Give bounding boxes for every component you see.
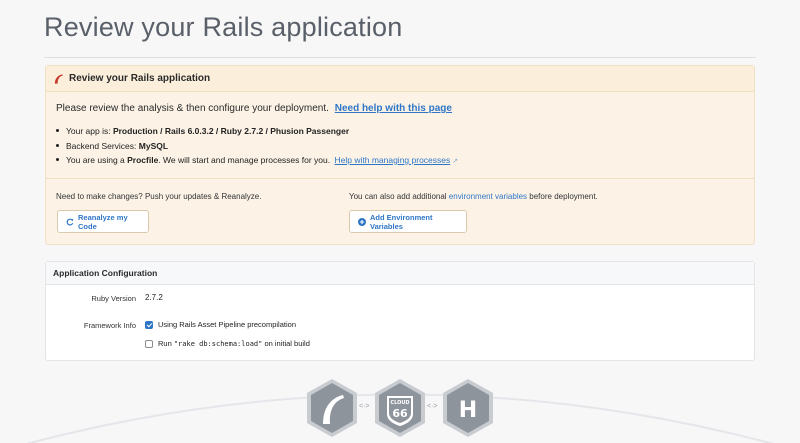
config-panel-header: Application Configuration	[46, 262, 754, 285]
refresh-icon	[66, 218, 74, 225]
server-hexagon-icon: H	[443, 379, 493, 437]
config-panel: Application Configuration Ruby Version 2…	[45, 261, 755, 361]
procfile-label: Procfile	[127, 155, 159, 165]
asset-pipeline-label: Using Rails Asset Pipeline precompilatio…	[158, 320, 296, 329]
procfile-suffix: . We will start and manage processes for…	[158, 155, 331, 165]
rails-icon	[54, 73, 64, 84]
asset-pipeline-option[interactable]: Using Rails Asset Pipeline precompilatio…	[145, 320, 296, 329]
server-letter: H	[459, 398, 477, 423]
schema-load-prefix: Run	[158, 339, 174, 348]
rails-hexagon-icon	[307, 379, 357, 437]
ruby-version-label: Ruby Version	[91, 294, 136, 303]
services-value: MySQL	[138, 140, 169, 151]
procfile-prefix: You are using a	[66, 155, 128, 165]
intro-label: Please review the analysis & then config…	[56, 103, 329, 114]
push-text: Need to make changes? Push your updates …	[56, 192, 262, 201]
add-env-vars-label: Add Environment Variables	[370, 212, 433, 231]
link-arrow-icon: <·>	[359, 403, 370, 410]
env-suffix: before deployment.	[527, 192, 598, 201]
framework-info-label: Framework Info	[83, 321, 136, 330]
analysis-list: Your app is: Production / Rails 6.0.3.2 …	[56, 124, 458, 168]
app-label: Your app is:	[66, 126, 113, 136]
help-link[interactable]: Need help with this page	[335, 103, 452, 114]
checkbox-icon[interactable]	[145, 339, 153, 348]
reanalyze-button[interactable]: Reanalyze my Code	[57, 210, 149, 233]
external-link-icon: ↗	[452, 158, 459, 165]
checkbox-icon[interactable]	[145, 320, 153, 329]
list-item: You are using a Procfile. We will start …	[56, 153, 458, 168]
title-divider	[44, 57, 756, 58]
add-env-vars-button[interactable]: Add Environment Variables	[349, 210, 467, 233]
review-panel-title: Review your Rails application	[69, 73, 211, 84]
page-title: Review your Rails application	[44, 12, 403, 42]
schema-load-label: Run "rake db:schema:load" on initial bui…	[158, 339, 310, 348]
reanalyze-label: Reanalyze my Code	[78, 212, 128, 231]
schema-load-suffix: on initial build	[262, 339, 310, 348]
panel-divider	[46, 178, 754, 179]
cloud-badge-number: 66	[392, 407, 408, 420]
env-text: You can also add additional environment …	[349, 192, 598, 201]
ruby-version-value: 2.7.2	[145, 293, 163, 302]
env-prefix: You can also add additional	[349, 192, 449, 201]
schema-load-command: "rake db:schema:load"	[173, 340, 263, 348]
app-value: Production / Rails 6.0.3.2 / Ruby 2.7.2 …	[112, 126, 350, 136]
list-item: Your app is: Production / Rails 6.0.3.2 …	[56, 124, 458, 139]
env-vars-link[interactable]: environment variables	[449, 192, 527, 201]
services-label: Backend Services:	[66, 140, 139, 151]
review-panel: Review your Rails application Please rev…	[45, 65, 755, 245]
schema-load-option[interactable]: Run "rake db:schema:load" on initial bui…	[145, 339, 310, 348]
cloud66-hexagon-icon: CLOUD 66	[375, 379, 425, 437]
review-panel-header: Review your Rails application	[46, 66, 754, 92]
process-help-link[interactable]: Help with managing processes	[335, 155, 451, 165]
intro-text: Please review the analysis & then config…	[56, 103, 452, 114]
link-arrow-icon: <·>	[427, 403, 438, 410]
plus-circle-icon	[358, 217, 366, 226]
cloud-badge-top: CLOUD	[390, 400, 409, 406]
list-item: Backend Services: MySQL	[56, 139, 458, 154]
